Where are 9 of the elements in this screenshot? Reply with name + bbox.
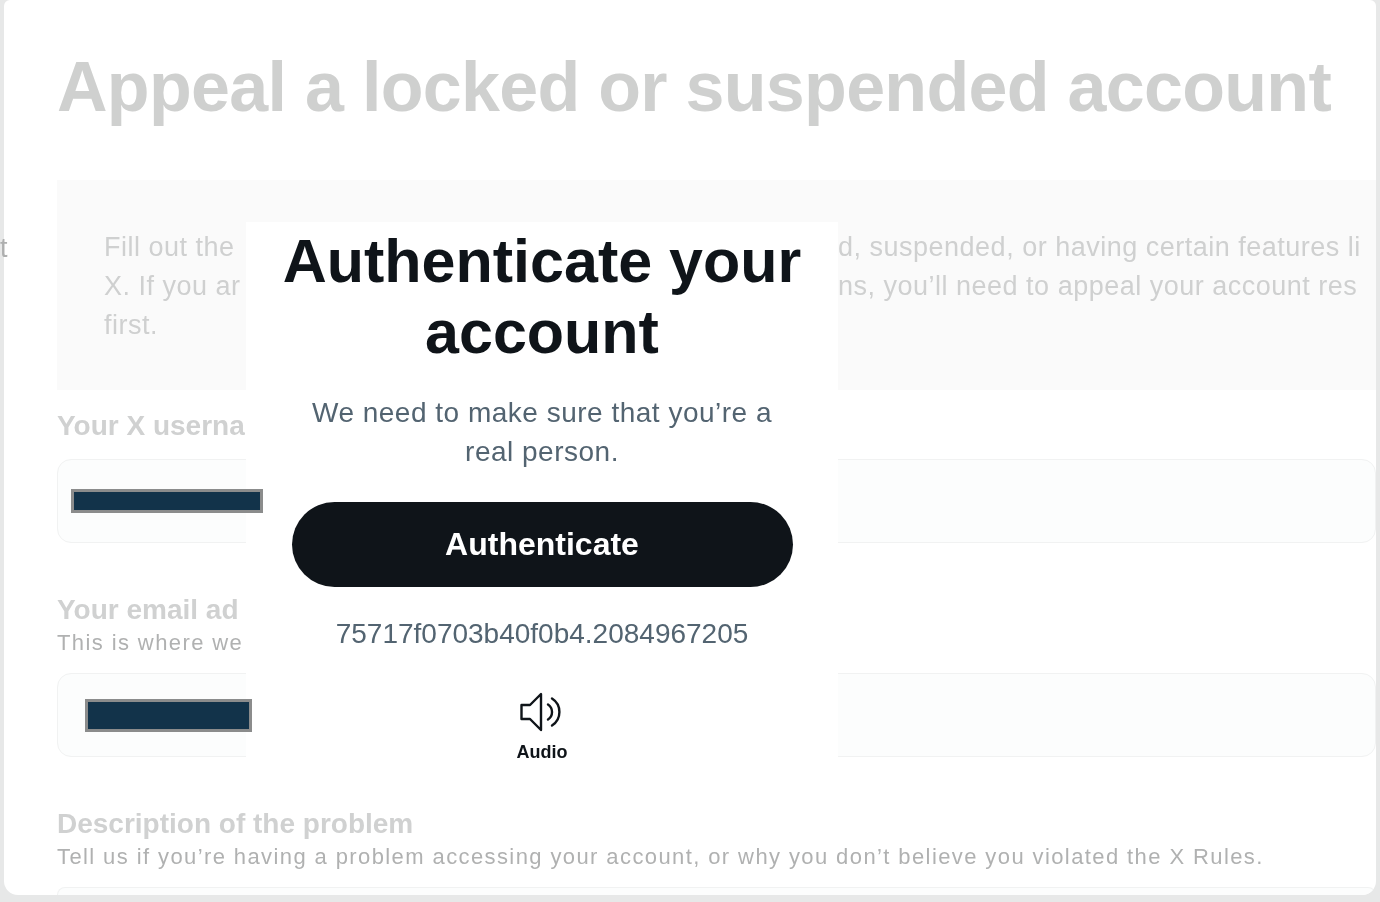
audio-button[interactable]: Audio — [516, 692, 568, 763]
authenticate-button[interactable]: Authenticate — [291, 502, 793, 587]
field-hint: Tell us if you’re having a problem accessing your account, or why you don’t believe you violated the X Rules. — [57, 844, 1264, 870]
dialog-title: Authenticate your account — [281, 226, 803, 368]
session-code: 75717f0703b40f0b4.2084967205 — [335, 617, 749, 651]
dialog-message: We need to make sure that you’re a real person. — [310, 396, 774, 469]
field-hint: This is where we — [57, 630, 244, 656]
speaker-icon — [520, 692, 564, 732]
text-fragment: t — [0, 232, 8, 265]
